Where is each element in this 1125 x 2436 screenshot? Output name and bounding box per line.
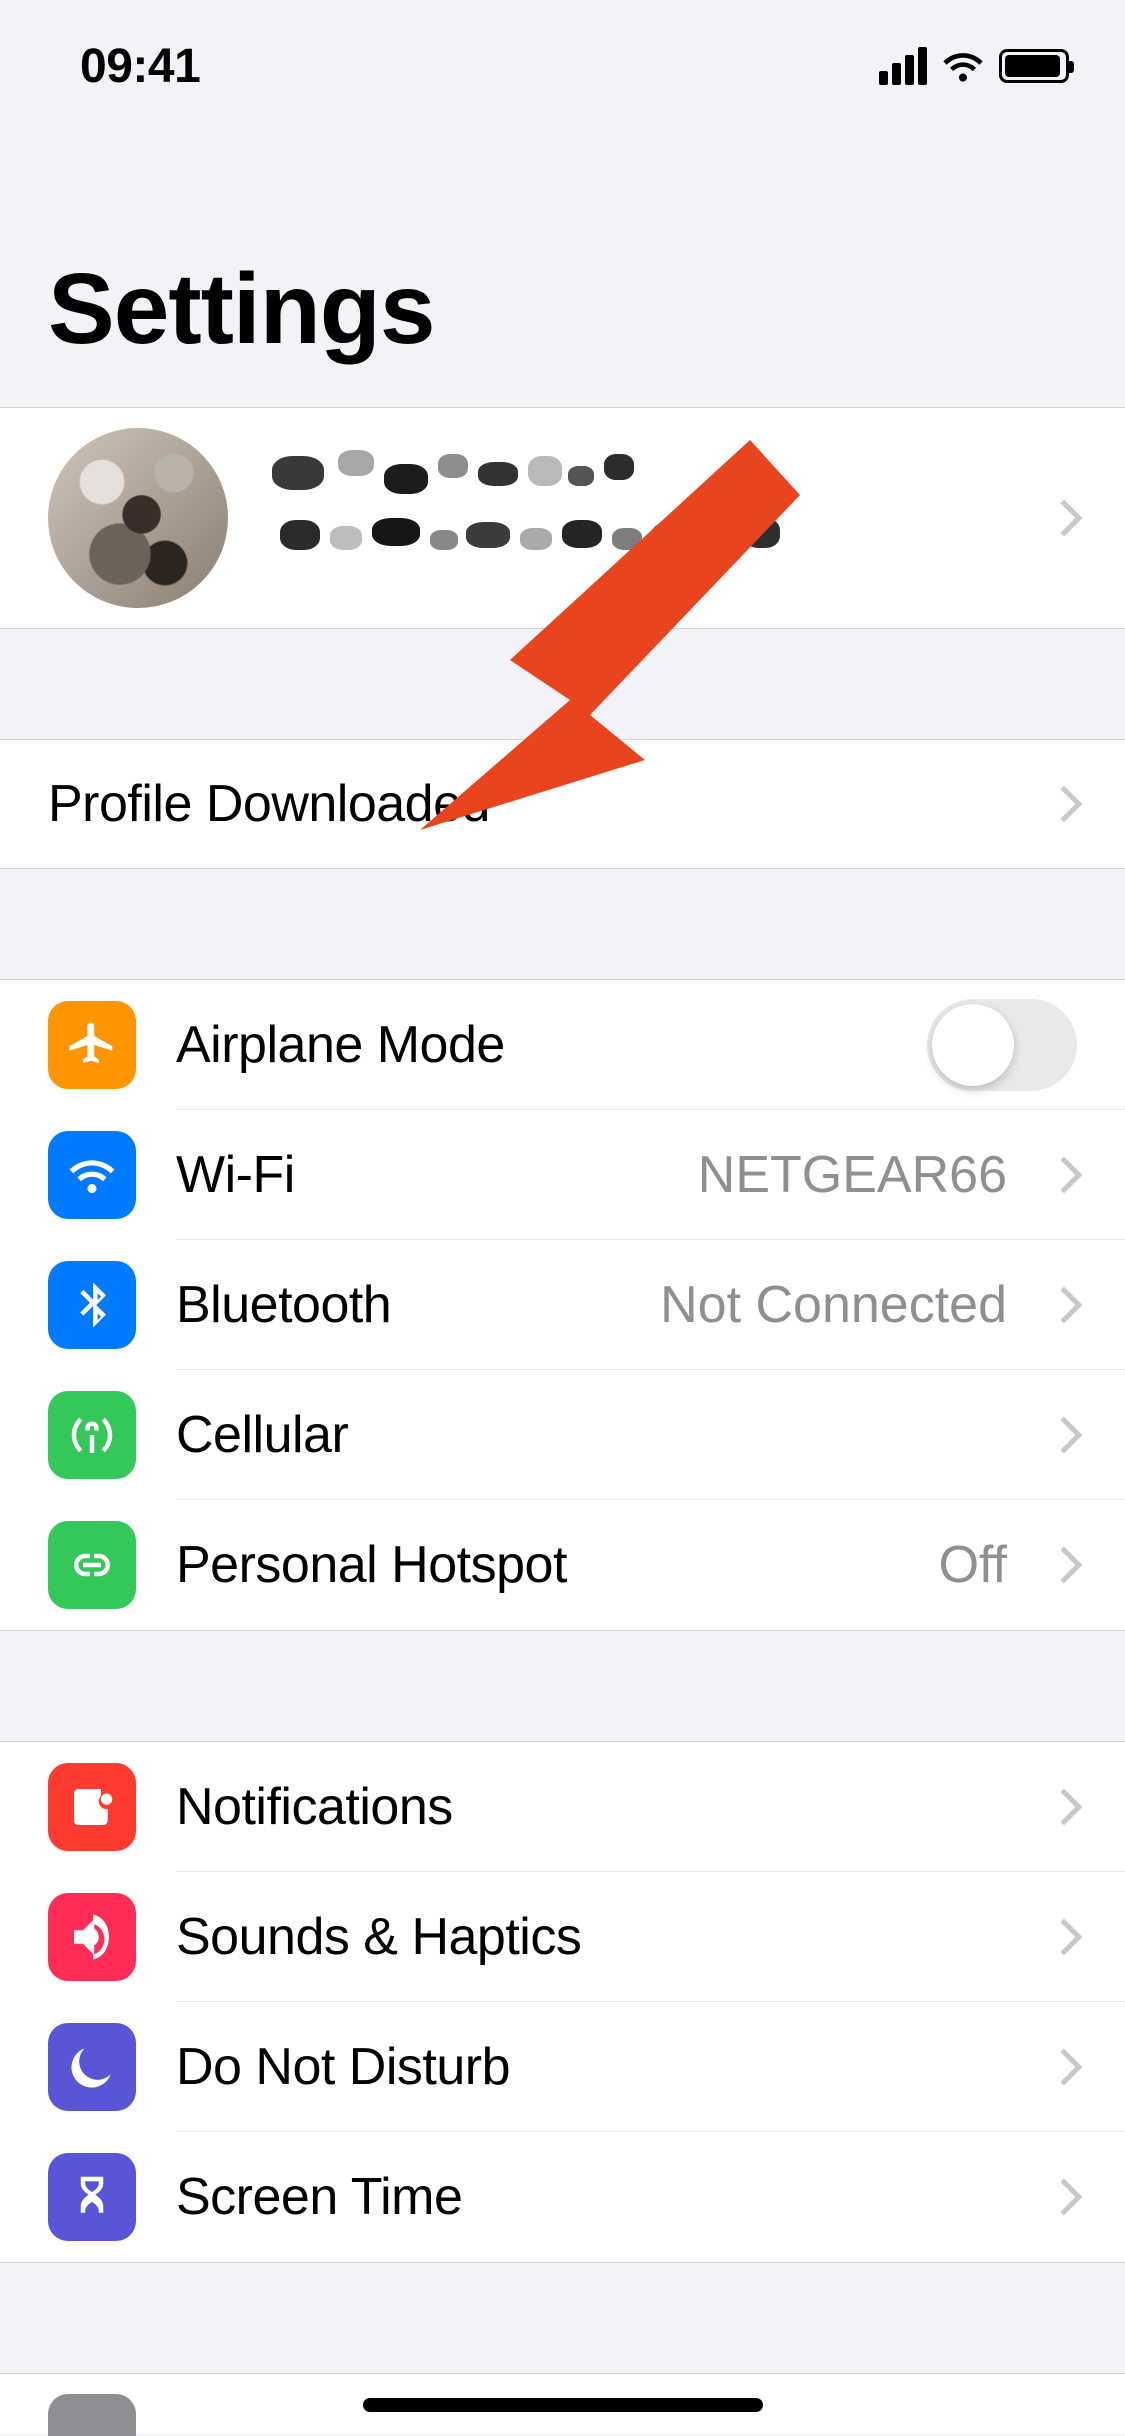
dnd-row[interactable]: Do Not Disturb	[0, 2002, 1125, 2132]
chevron-right-icon	[1046, 1417, 1083, 1454]
notifications-label: Notifications	[176, 1777, 1031, 1837]
bluetooth-row[interactable]: Bluetooth Not Connected	[0, 1240, 1125, 1370]
screentime-label: Screen Time	[176, 2167, 1031, 2227]
chevron-right-icon	[1046, 1157, 1083, 1194]
wifi-value: NETGEAR66	[698, 1145, 1007, 1205]
bluetooth-icon	[48, 1261, 136, 1349]
profile-downloaded-row[interactable]: Profile Downloaded	[0, 740, 1125, 868]
wifi-row[interactable]: Wi-Fi NETGEAR66	[0, 1110, 1125, 1240]
avatar	[48, 428, 228, 608]
gear-icon	[48, 2394, 136, 2436]
airplane-mode-row[interactable]: Airplane Mode	[0, 980, 1125, 1110]
sounds-label: Sounds & Haptics	[176, 1907, 1031, 1967]
chevron-right-icon	[1046, 1789, 1083, 1826]
airplane-icon	[48, 1001, 136, 1089]
page-title: Settings	[0, 132, 1125, 407]
dnd-label: Do Not Disturb	[176, 2037, 1031, 2097]
profile-downloaded-label: Profile Downloaded	[48, 774, 1031, 834]
notifications-icon	[48, 1763, 136, 1851]
chevron-right-icon	[1046, 2179, 1083, 2216]
chevron-right-icon	[1046, 1547, 1083, 1584]
hotspot-icon	[48, 1521, 136, 1609]
chevron-right-icon	[1046, 1919, 1083, 1956]
status-bar: 09:41	[0, 0, 1125, 132]
alerts-group: Notifications Sounds & Haptics Do Not Di…	[0, 1741, 1125, 2263]
home-indicator	[363, 2398, 763, 2412]
chevron-right-icon	[1046, 500, 1083, 537]
moon-icon	[48, 2023, 136, 2111]
wifi-icon	[48, 1131, 136, 1219]
status-time: 09:41	[80, 39, 200, 94]
cellular-icon	[48, 1391, 136, 1479]
apple-id-row[interactable]	[0, 408, 1125, 628]
account-name-redacted	[268, 448, 1031, 588]
cellular-label: Cellular	[176, 1405, 1031, 1465]
airplane-mode-toggle[interactable]	[927, 999, 1077, 1091]
connectivity-group: Airplane Mode Wi-Fi NETGEAR66 Bluetooth …	[0, 979, 1125, 1631]
hotspot-value: Off	[939, 1535, 1007, 1595]
notifications-row[interactable]: Notifications	[0, 1742, 1125, 1872]
hotspot-label: Personal Hotspot	[176, 1535, 939, 1595]
sounds-row[interactable]: Sounds & Haptics	[0, 1872, 1125, 2002]
cellular-signal-icon	[879, 47, 927, 85]
bluetooth-label: Bluetooth	[176, 1275, 660, 1335]
battery-icon	[999, 49, 1069, 83]
hourglass-icon	[48, 2153, 136, 2241]
status-icons	[879, 44, 1069, 88]
chevron-right-icon	[1046, 2049, 1083, 2086]
account-group	[0, 407, 1125, 629]
sounds-icon	[48, 1893, 136, 1981]
profile-downloaded-group: Profile Downloaded	[0, 739, 1125, 869]
screentime-row[interactable]: Screen Time	[0, 2132, 1125, 2262]
wifi-label: Wi-Fi	[176, 1145, 698, 1205]
cellular-row[interactable]: Cellular	[0, 1370, 1125, 1500]
chevron-right-icon	[1046, 1287, 1083, 1324]
bluetooth-value: Not Connected	[660, 1275, 1007, 1335]
chevron-right-icon	[1046, 786, 1083, 823]
hotspot-row[interactable]: Personal Hotspot Off	[0, 1500, 1125, 1630]
airplane-mode-label: Airplane Mode	[176, 1015, 927, 1075]
wifi-icon	[941, 44, 985, 88]
